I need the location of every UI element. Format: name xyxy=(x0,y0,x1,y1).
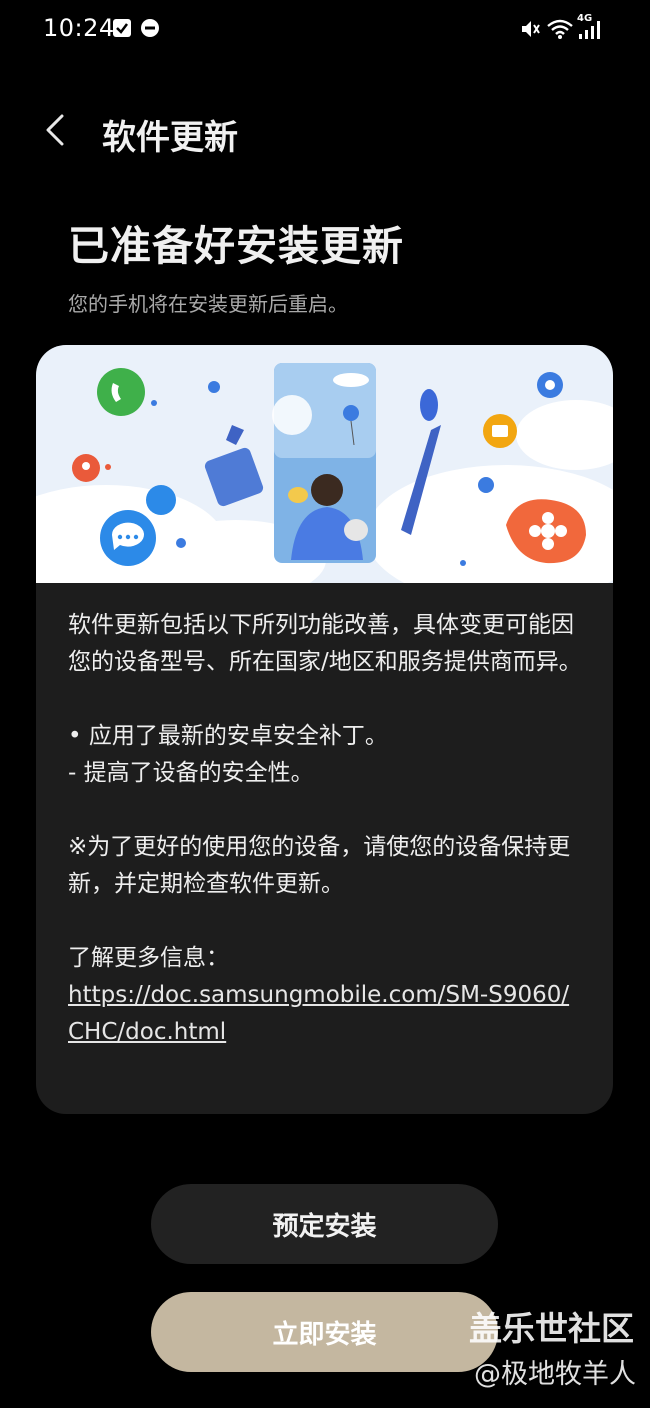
mute-icon xyxy=(522,21,540,37)
watermark-title: 盖乐世社区 xyxy=(469,1309,634,1348)
more-info-link[interactable]: https://doc.samsungmobile.com/SM-S9060/C… xyxy=(68,977,578,1051)
chevron-left-icon xyxy=(46,114,64,146)
page-title: 已准备好安装更新 xyxy=(68,222,404,270)
page-subtitle: 您的手机将在安装更新后重启。 xyxy=(68,292,348,316)
install-now-button[interactable]: 立即安装 xyxy=(151,1292,498,1372)
status-time: 10:24 xyxy=(43,14,115,42)
header-title: 软件更新 xyxy=(102,118,238,158)
signal-icon xyxy=(579,21,600,39)
release-notes-intro: 软件更新包括以下所列功能改善，具体变更可能因您的设备型号、所在国家/地区和服务提… xyxy=(68,612,582,675)
status-bar: 10:24 4G xyxy=(0,0,650,56)
app-header: 软件更新 xyxy=(0,96,650,172)
release-notes: 软件更新包括以下所列功能改善，具体变更可能因您的设备型号、所在国家/地区和服务提… xyxy=(68,607,588,1051)
back-button[interactable] xyxy=(36,108,80,152)
release-notes-bullet: • 应用了最新的安卓安全补丁。 xyxy=(68,723,388,749)
release-notes-sub-bullet: - 提高了设备的安全性。 xyxy=(68,760,314,786)
do-not-disturb-icon xyxy=(141,19,159,37)
wifi-icon xyxy=(547,19,573,39)
watermark-author: @极地牧羊人 xyxy=(474,1359,636,1390)
release-notes-note: ※为了更好的使用您的设备，请使您的设备保持更新，并定期检查软件更新。 xyxy=(68,834,571,897)
update-illustration xyxy=(36,345,613,583)
update-info-card: 软件更新包括以下所列功能改善，具体变更可能因您的设备型号、所在国家/地区和服务提… xyxy=(36,345,613,1114)
more-info-label: 了解更多信息： xyxy=(68,945,229,971)
schedule-install-button[interactable]: 预定安装 xyxy=(151,1184,498,1264)
checkbox-notification-icon xyxy=(113,19,131,37)
